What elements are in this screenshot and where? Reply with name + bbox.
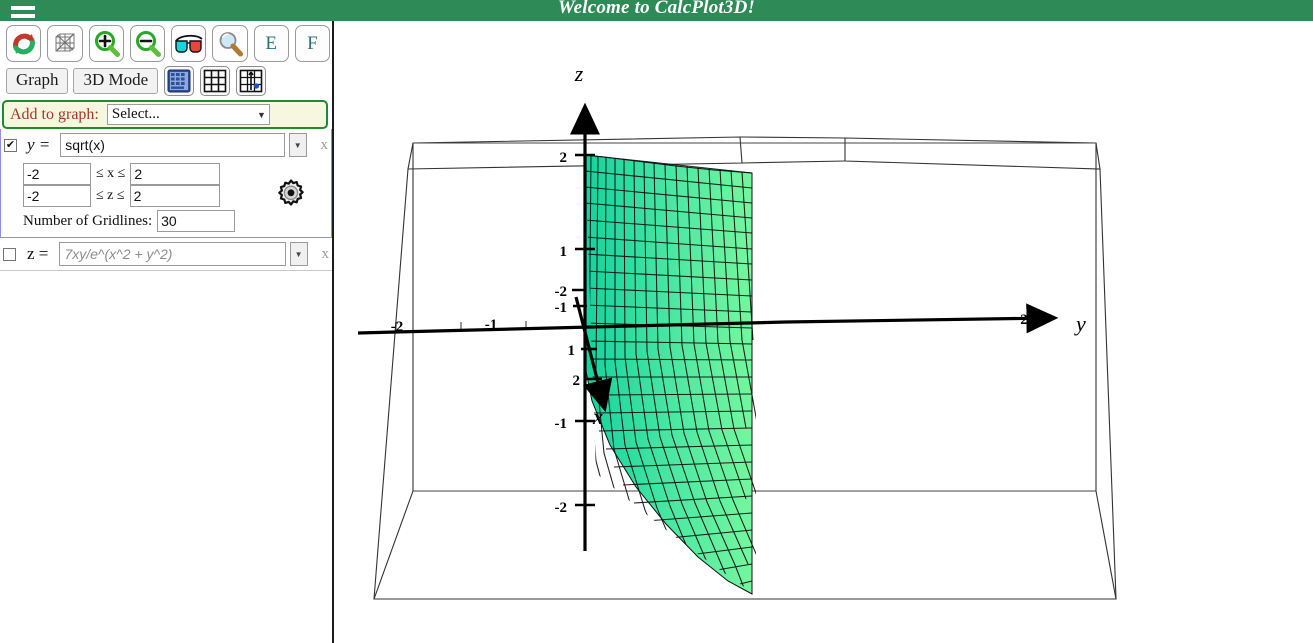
remove-function-y[interactable]: x (318, 137, 332, 154)
z-tick-2: 2 (560, 150, 568, 166)
add-to-graph-select[interactable]: Select... ▼ (106, 104, 270, 125)
chevron-down-icon: ▼ (256, 109, 266, 120)
3d-mode-button[interactable]: 3D Mode (73, 68, 159, 94)
y-tick-neg2: -2 (391, 319, 404, 335)
function-block-1: ✔ y = ▼ x ≤ x ≤ ≤ z ≤ Number of Gridline… (0, 129, 332, 238)
surface-mesh (584, 154, 756, 595)
grid-icon[interactable] (200, 66, 231, 96)
function-row-y: ✔ y = ▼ x (1, 129, 331, 161)
function-input-y[interactable] (60, 133, 285, 157)
box-inner-lines (413, 142, 1096, 492)
z-max-input[interactable] (129, 185, 220, 207)
plot-svg: 2 1 -1 -2 z -2 -1 2 y -2 -1 1 2 x (357, 61, 1117, 600)
app-title-bar: Welcome to CalcPlot3D! (0, 0, 1313, 21)
gridlines-label: Number of Gridlines: (23, 212, 153, 229)
x-tick-neg2: -2 (555, 284, 568, 300)
keypad-icon[interactable] (164, 66, 195, 96)
page-title: Welcome to CalcPlot3D! (557, 0, 756, 18)
mode-bar: Graph 3D Mode (0, 64, 332, 99)
z-range-symbol: ≤ z ≤ (96, 188, 125, 203)
function-enable-checkbox-z[interactable] (3, 247, 16, 261)
x-tick-2: 2 (573, 373, 581, 389)
function-var-label-y: y = (26, 135, 51, 154)
y-axis-label: y (1074, 311, 1086, 336)
function-var-label-z: z = (27, 244, 49, 263)
x-range-symbol: ≤ x ≤ (96, 166, 126, 181)
z-axis-label: z (574, 61, 584, 86)
function-dropdown-z[interactable]: ▼ (289, 242, 308, 266)
function-dropdown-y[interactable]: ▼ (288, 133, 307, 157)
range-grid-y: ≤ x ≤ ≤ z ≤ Number of Gridlines: (1, 161, 331, 237)
magnifier-minus-icon[interactable] (129, 25, 165, 62)
gear-icon[interactable] (273, 177, 309, 218)
cube-wireframe-icon[interactable] (47, 25, 83, 62)
plot-canvas[interactable]: 2 1 -1 -2 z -2 -1 2 y -2 -1 1 2 x (336, 21, 1313, 643)
z-min-input[interactable] (23, 185, 91, 207)
remove-function-z[interactable]: x (319, 246, 333, 263)
y-tick-neg1: -1 (485, 317, 498, 333)
add-to-graph-label: Add to graph: (10, 105, 99, 123)
rotate-reset-icon[interactable] (6, 25, 42, 62)
magnifier-icon[interactable] (212, 25, 248, 62)
x-min-input[interactable] (23, 163, 91, 185)
function-enable-checkbox-y[interactable]: ✔ (4, 138, 17, 152)
z-tick-neg1: -1 (555, 416, 568, 432)
add-to-graph-bar: Add to graph: Select... ▼ (2, 100, 328, 129)
3d-glasses-icon[interactable] (171, 25, 207, 62)
f-button[interactable]: F (294, 25, 330, 62)
control-sidebar: E F Graph 3D Mode Add to graph: Select..… (0, 21, 334, 643)
x-tick-1: 1 (568, 343, 576, 359)
function-row-z: z = ▼ x (0, 238, 332, 270)
graph-toolbar: E F (0, 21, 332, 64)
grid-axes-point-icon[interactable] (236, 66, 267, 96)
gridlines-input[interactable] (157, 210, 236, 232)
z-tick-neg2: -2 (555, 500, 568, 516)
function-input-z[interactable] (59, 242, 286, 266)
graph-button[interactable]: Graph (6, 68, 69, 94)
x-max-input[interactable] (130, 163, 221, 185)
magnifier-plus-icon[interactable] (88, 25, 124, 62)
z-tick-1: 1 (560, 244, 568, 260)
add-to-graph-selected-value: Select... (111, 106, 160, 122)
function-block-2: z = ▼ x (0, 238, 332, 271)
y-tick-2: 2 (1020, 312, 1028, 328)
x-tick-neg1: -1 (555, 300, 568, 316)
e-button[interactable]: E (253, 25, 289, 62)
x-axis-label: x (592, 404, 603, 429)
